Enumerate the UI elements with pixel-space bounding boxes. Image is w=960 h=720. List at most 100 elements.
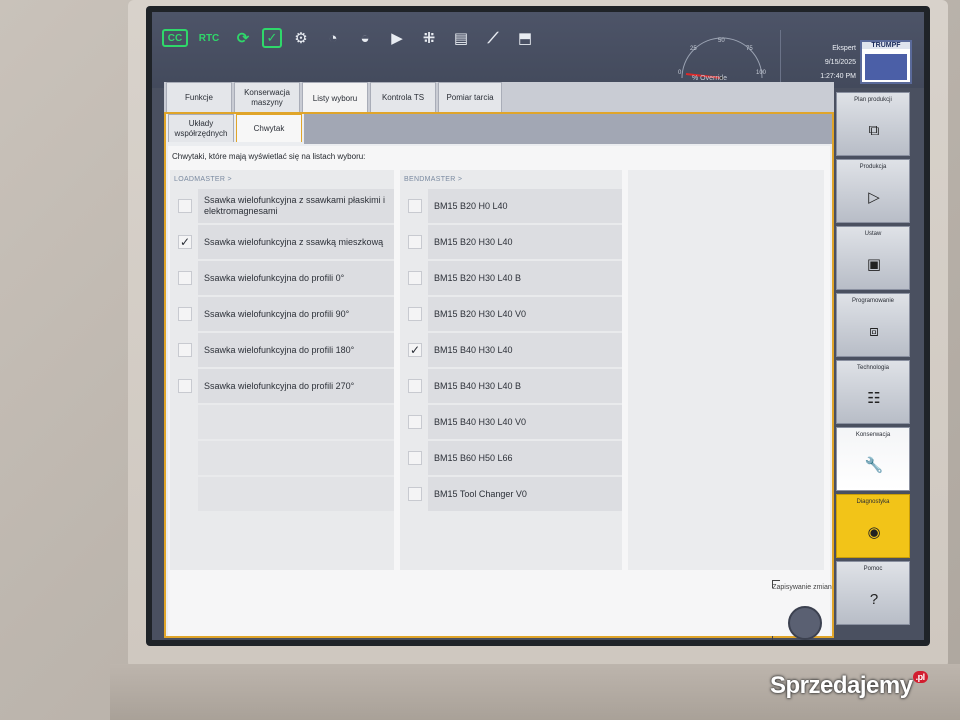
loadmaster-item[interactable]: Ssawka wielofunkcyjna z ssawkami płaskim… <box>170 189 394 223</box>
main-tabs: Funkcje Konserwacja maszyny Listy wyboru… <box>166 82 502 114</box>
save-changes-button[interactable] <box>788 606 822 640</box>
bendmaster-header[interactable]: BENDMASTER > <box>400 170 622 189</box>
bendmaster-checkbox[interactable] <box>408 415 422 429</box>
status-bar: CC RTC ⟳ ✓ ⚙ ◔ ◒ ▶ ⁜ ▤ ⟋ ⬒ 0 25 50 75 10… <box>152 12 924 88</box>
loadmaster-item[interactable]: Ssawka wielofunkcyjna do profili 270° <box>170 369 394 403</box>
bendmaster-item[interactable]: ✓ BM15 B40 H30 L40 <box>400 333 622 367</box>
session-info: Ekspert 9/15/2025 1:27:40 PM <box>786 42 856 84</box>
nav-button[interactable]: Diagnostyka ◉ <box>836 494 910 558</box>
loadmaster-list: Ssawka wielofunkcyjna z ssawkami płaskim… <box>170 189 394 403</box>
nav-button[interactable]: Produkcja ▷ <box>836 159 910 223</box>
check-icon[interactable]: ✓ <box>262 28 282 48</box>
bendmaster-checkbox[interactable] <box>408 271 422 285</box>
hmi-display: CC RTC ⟳ ✓ ⚙ ◔ ◒ ▶ ⁜ ▤ ⟋ ⬒ 0 25 50 75 10… <box>152 12 924 640</box>
watermark-text: Sprzedajemy <box>770 672 913 699</box>
loadmaster-label: Ssawka wielofunkcyjna z ssawkami płaskim… <box>198 189 394 223</box>
bendmaster-item[interactable]: BM15 B60 H50 L66 <box>400 441 622 475</box>
technology-icon: ☷ <box>867 390 881 407</box>
save-changes-label: Zapisywanie zmian <box>772 584 832 591</box>
tab-chwytak[interactable]: Chwytak <box>236 114 302 142</box>
nav-button[interactable]: Programowanie ⧈ <box>836 293 910 357</box>
valve-icon[interactable]: ◔ <box>320 25 346 51</box>
save-frame-corner <box>772 636 780 640</box>
programming-icon: ⧈ <box>869 323 879 340</box>
tab-funkcje[interactable]: Funkcje <box>166 82 232 112</box>
network-icon[interactable]: ⁜ <box>416 25 442 51</box>
bendmaster-label: BM15 Tool Changer V0 <box>428 477 622 511</box>
bendmaster-checkbox[interactable] <box>408 307 422 321</box>
setup-icon: ▣ <box>866 256 882 273</box>
nav-button[interactable]: Plan produkcji ⧉ <box>836 92 910 156</box>
help-icon: ? <box>869 591 879 608</box>
gauge-tick: 75 <box>746 46 753 52</box>
tab-konserwacja-maszyny[interactable]: Konserwacja maszyny <box>234 82 300 112</box>
bendmaster-item[interactable]: BM15 B20 H30 L40 V0 <box>400 297 622 331</box>
bendmaster-item[interactable]: BM15 B20 H30 L40 <box>400 225 622 259</box>
loadmaster-item[interactable]: Ssawka wielofunkcyjna do profili 0° <box>170 261 394 295</box>
gauge-tick: 0 <box>678 70 682 76</box>
nav-button[interactable]: Pomoc? <box>836 561 910 625</box>
bendmaster-checkbox[interactable] <box>408 487 422 501</box>
loadmaster-item[interactable]: ✓ Ssawka wielofunkcyjna z ssawką mieszkow… <box>170 225 394 259</box>
gas-icon[interactable]: ◒ <box>352 25 378 51</box>
nav-button[interactable]: Ustaw ▣ <box>836 226 910 290</box>
rtc-icon[interactable]: RTC <box>194 25 224 51</box>
divider <box>780 30 781 84</box>
gripper-panel: Chwytaki, które mają wyświetlać się na l… <box>168 146 832 640</box>
bendmaster-item[interactable]: BM15 B20 H0 L40 <box>400 189 622 223</box>
nav-button[interactable]: Konserwacja 🔧 <box>836 427 910 491</box>
production-plan-icon: ⧉ <box>868 122 880 139</box>
play-icon[interactable]: ▶ <box>384 25 410 51</box>
bendmaster-checkbox[interactable] <box>408 451 422 465</box>
bendmaster-checkbox[interactable]: ✓ <box>408 343 422 357</box>
override-label: % Override <box>692 75 728 82</box>
bendmaster-item[interactable]: BM15 B40 H30 L40 B <box>400 369 622 403</box>
robot-arm-icon[interactable]: ⟋ <box>480 25 506 51</box>
bendmaster-item[interactable]: BM15 Tool Changer V0 <box>400 477 622 511</box>
tab-listy-wyboru[interactable]: Listy wyboru <box>302 82 368 114</box>
cc-badge-icon[interactable]: CC <box>162 29 188 47</box>
loadmaster-checkbox[interactable]: ✓ <box>178 235 192 249</box>
loadmaster-checkbox[interactable] <box>178 343 192 357</box>
sub-tabs: Układy współrzędnych Chwytak <box>168 114 302 144</box>
loadmaster-item[interactable]: Ssawka wielofunkcyjna do profili 180° <box>170 333 394 367</box>
empty-row <box>198 477 394 511</box>
brand-logo: TRUMPF <box>860 40 912 84</box>
loadmaster-header[interactable]: LOADMASTER > <box>170 170 394 189</box>
grid-icon[interactable]: ▤ <box>448 25 474 51</box>
loadmaster-checkbox[interactable] <box>178 379 192 393</box>
loadmaster-item[interactable]: Ssawka wielofunkcyjna do profili 90° <box>170 297 394 331</box>
tab-uklady-wspolrzednych[interactable]: Układy współrzędnych <box>168 114 234 142</box>
bendmaster-checkbox[interactable] <box>408 379 422 393</box>
main-content: Funkcje Konserwacja maszyny Listy wyboru… <box>164 82 834 640</box>
loadmaster-checkbox[interactable] <box>178 307 192 321</box>
bendmaster-label: BM15 B40 H30 L40 B <box>428 369 622 403</box>
nav-button-label: Produkcja <box>859 164 887 170</box>
bendmaster-item[interactable]: BM15 B40 H30 L40 V0 <box>400 405 622 439</box>
bendmaster-checkbox[interactable] <box>408 235 422 249</box>
loadmaster-checkbox[interactable] <box>178 199 192 213</box>
loadmaster-label: Ssawka wielofunkcyjna do profili 180° <box>198 333 394 367</box>
camera-icon[interactable]: ⬒ <box>512 25 538 51</box>
tab-kontrola-ts[interactable]: Kontrola TS <box>370 82 436 112</box>
nav-button[interactable]: Technologia ☷ <box>836 360 910 424</box>
bendmaster-item[interactable]: BM15 B20 H30 L40 B <box>400 261 622 295</box>
nav-button-label: Plan produkcji <box>854 97 892 103</box>
empty-column <box>628 170 824 570</box>
watermark: Sprzedajemy .pl <box>770 671 928 700</box>
loadmaster-checkbox[interactable] <box>178 271 192 285</box>
loadmaster-label: Ssawka wielofunkcyjna do profili 90° <box>198 297 394 331</box>
watermark-suffix: .pl <box>912 671 928 683</box>
nav-button-label: Ustaw <box>864 231 882 237</box>
wrench-icon: 🔧 <box>864 457 884 474</box>
bendmaster-label: BM15 B60 H50 L66 <box>428 441 622 475</box>
eye-icon: ◉ <box>867 524 881 541</box>
subtab-bar-fill <box>304 114 832 144</box>
loadmaster-column: LOADMASTER > Ssawka wielofunkcyjna z ssa… <box>170 170 394 570</box>
pump-icon[interactable]: ⚙ <box>288 25 314 51</box>
cycle-icon[interactable]: ⟳ <box>230 25 256 51</box>
bendmaster-checkbox[interactable] <box>408 199 422 213</box>
tab-content-frame: Układy współrzędnych Chwytak Chwytaki, k… <box>164 112 834 640</box>
tab-pomiar-tarcia[interactable]: Pomiar tarcia <box>438 82 502 112</box>
date: 9/15/2025 <box>824 59 856 66</box>
